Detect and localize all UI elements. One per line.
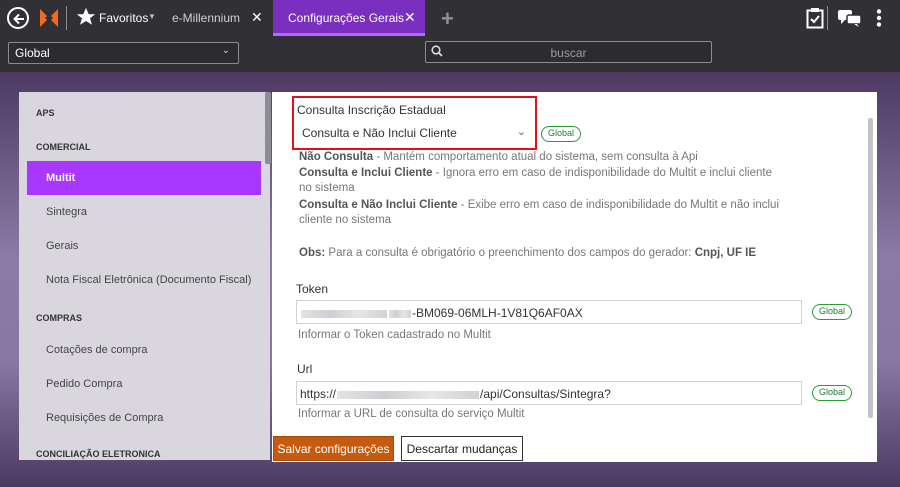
sidebar-item-nota-fiscal[interactable]: Nota Fiscal Eletrônica (Documento Fiscal… bbox=[27, 263, 261, 297]
top-bar: Favoritos ▼ e-Millennium ✕ Configurações… bbox=[0, 0, 900, 36]
clipboard-check-icon[interactable] bbox=[806, 7, 824, 34]
scope-badge: Global bbox=[541, 126, 582, 142]
millennium-logo-icon[interactable] bbox=[37, 6, 61, 35]
search-placeholder: buscar bbox=[550, 46, 587, 60]
sidebar-header-comercial[interactable]: COMERCIAL bbox=[36, 142, 91, 152]
filter-bar: Global ⌄ buscar bbox=[0, 36, 900, 72]
tab-configuracoes-gerais[interactable]: Configurações Gerais ✕ bbox=[273, 0, 425, 36]
redacted-text bbox=[337, 390, 480, 399]
discard-button[interactable]: Descartar mudanças bbox=[401, 436, 523, 461]
url-suffix: /api/Consultas/Sintegra? bbox=[480, 387, 611, 401]
obs-fields: Cnpj, UF IE bbox=[694, 247, 757, 259]
url-field[interactable]: https:// /api/Consultas/Sintegra? bbox=[296, 381, 802, 405]
sidebar-header-aps[interactable]: APS bbox=[36, 108, 55, 118]
sidebar-item-requisicoes[interactable]: Requisições de Compra bbox=[27, 401, 261, 435]
redacted-text bbox=[301, 309, 387, 318]
plus-icon[interactable]: + bbox=[441, 6, 454, 32]
scope-select-value: Global bbox=[15, 46, 50, 60]
chevron-down-icon[interactable]: ▼ bbox=[148, 12, 156, 21]
option-description-2: Consulta e Inclui Cliente - Ignora erro … bbox=[299, 166, 779, 196]
option-name: Não Consulta bbox=[299, 151, 374, 163]
url-prefix: https:// bbox=[300, 387, 337, 401]
option-name: Consulta e Inclui Cliente bbox=[299, 167, 433, 179]
close-icon[interactable]: ✕ bbox=[251, 9, 263, 26]
option-description-1: Não Consulta - Mantém comportamento atua… bbox=[299, 150, 799, 165]
obs-note: Obs: Para a consulta é obrigatório o pre… bbox=[299, 246, 859, 261]
sidebar-header-conciliacao[interactable]: CONCILIAÇÃO ELETRONICA bbox=[36, 449, 161, 459]
sidebar-header-compras[interactable]: COMPRAS bbox=[36, 313, 82, 323]
url-hint: Informar a URL de consulta do serviço Mu… bbox=[298, 408, 525, 420]
favorites-menu[interactable]: Favoritos bbox=[99, 11, 148, 25]
settings-sidebar: APS COMERCIAL Multit Sintegra Gerais Not… bbox=[19, 92, 270, 460]
option-name: Consulta e Não Inclui Cliente bbox=[299, 199, 458, 211]
obs-label: Obs: bbox=[299, 247, 326, 259]
divider bbox=[66, 6, 67, 30]
sidebar-item-cotacoes[interactable]: Cotações de compra bbox=[27, 333, 261, 367]
consulta-select-value: Consulta e Não Inclui Cliente bbox=[302, 126, 457, 140]
close-icon[interactable]: ✕ bbox=[404, 9, 416, 26]
option-description-3: Consulta e Não Inclui Cliente - Exibe er… bbox=[299, 198, 799, 228]
sidebar-scrollbar[interactable] bbox=[265, 92, 271, 164]
back-circle-icon[interactable] bbox=[7, 7, 29, 29]
chevron-down-icon: ⌄ bbox=[516, 126, 526, 138]
star-icon[interactable] bbox=[75, 6, 97, 33]
scope-select[interactable]: Global ⌄ bbox=[8, 42, 239, 64]
sidebar-item-gerais[interactable]: Gerais bbox=[27, 229, 261, 263]
url-label: Url bbox=[297, 362, 313, 376]
save-button[interactable]: Salvar configurações bbox=[273, 436, 394, 461]
scope-badge: Global bbox=[812, 385, 853, 401]
tab-label: Configurações Gerais bbox=[288, 11, 405, 25]
consulta-label: Consulta Inscrição Estadual bbox=[297, 103, 446, 117]
sidebar-item-pedido-compra[interactable]: Pedido Compra bbox=[27, 367, 261, 401]
scope-badge: Global bbox=[812, 304, 853, 320]
token-label: Token bbox=[296, 282, 329, 296]
token-hint: Informar o Token cadastrado no Multit bbox=[298, 329, 491, 341]
sidebar-item-sintegra[interactable]: Sintegra bbox=[27, 195, 261, 229]
redacted-text bbox=[389, 309, 411, 318]
chat-icon[interactable] bbox=[838, 10, 862, 32]
token-value: -BM069-06MLH-1V81Q6AF0AX bbox=[412, 306, 583, 320]
consulta-select[interactable]: Consulta e Não Inclui Cliente ⌄ bbox=[300, 122, 530, 144]
option-text: - Mantém comportamento atual do sistema,… bbox=[373, 151, 698, 163]
sidebar-item-multit[interactable]: Multit bbox=[27, 161, 261, 195]
tab-label: e-Millennium bbox=[172, 11, 241, 25]
divider bbox=[827, 6, 828, 30]
obs-text: Para a consulta é obrigatório o preenchi… bbox=[325, 247, 695, 259]
token-field[interactable]: -BM069-06MLH-1V81Q6AF0AX bbox=[296, 300, 802, 324]
more-vertical-icon[interactable] bbox=[876, 9, 882, 32]
tab-e-millennium[interactable]: e-Millennium ✕ bbox=[160, 0, 270, 36]
chevron-down-icon: ⌄ bbox=[221, 45, 230, 56]
content-scrollbar[interactable] bbox=[868, 118, 873, 418]
search-input[interactable]: buscar bbox=[425, 41, 712, 63]
